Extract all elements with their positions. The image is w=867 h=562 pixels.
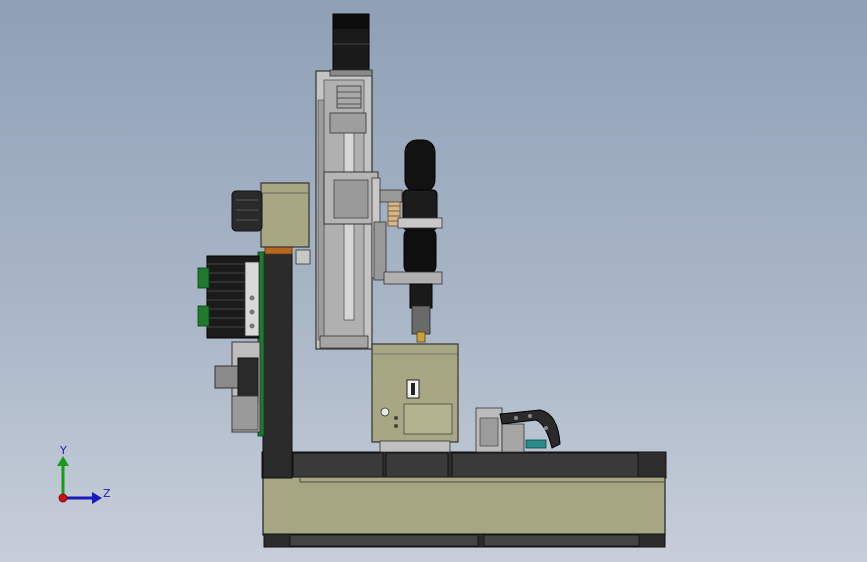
chain-link-pin bbox=[514, 416, 518, 420]
base-top-rail-segment bbox=[451, 452, 639, 478]
tool-nose bbox=[409, 283, 433, 309]
tool-body-lower bbox=[403, 227, 437, 275]
connector-screw bbox=[249, 323, 255, 329]
tool-mount-plate bbox=[379, 189, 403, 203]
z-carriage-block bbox=[333, 179, 369, 219]
base-bottom-rail-gap bbox=[483, 534, 640, 547]
indicator-screw bbox=[394, 424, 398, 428]
driver-heatsink bbox=[197, 255, 260, 339]
y-axis-arrowhead bbox=[57, 456, 69, 466]
chain-link-pin bbox=[528, 414, 532, 418]
z-coupling bbox=[336, 85, 362, 109]
z-axis-arrowhead bbox=[92, 492, 102, 504]
z-axis-left-rail bbox=[317, 99, 325, 341]
indicator-screw bbox=[394, 416, 398, 420]
z-motor-flange bbox=[329, 69, 373, 77]
z-axis-bottom-cap bbox=[319, 335, 369, 349]
column-bracket bbox=[295, 249, 311, 265]
workpiece-box-foot bbox=[379, 440, 451, 453]
z-bearing-block bbox=[329, 112, 367, 134]
connector-screw bbox=[249, 295, 255, 301]
workpiece-box bbox=[371, 343, 459, 453]
power-switch-toggle bbox=[411, 383, 415, 395]
label-plate bbox=[403, 403, 453, 435]
z-axis-module bbox=[315, 13, 387, 350]
y-axis-label: Y bbox=[59, 444, 67, 457]
carrier-block bbox=[501, 423, 525, 453]
chain-link-pin bbox=[544, 426, 548, 430]
rear-motor-body bbox=[231, 190, 263, 232]
connector-screw bbox=[249, 309, 255, 315]
vertical-column bbox=[257, 182, 311, 479]
lower-control-box bbox=[214, 341, 261, 433]
carrier-mount-inner bbox=[479, 417, 499, 447]
tool-bit-sleeve bbox=[411, 305, 431, 335]
control-box-dark-module bbox=[237, 357, 259, 403]
z-axis-label: Z bbox=[103, 487, 111, 500]
tool-holder-ring bbox=[397, 217, 443, 229]
tool-bit-tip bbox=[416, 331, 426, 343]
base-housing bbox=[262, 476, 666, 536]
cable-carrier bbox=[475, 407, 561, 453]
cad-viewport[interactable]: Y Z bbox=[0, 0, 867, 562]
carrier-teal-part bbox=[525, 439, 547, 449]
triad-origin bbox=[58, 493, 68, 503]
rear-motor-assembly bbox=[231, 190, 263, 232]
column-post bbox=[262, 251, 293, 479]
driver-terminal-green bbox=[197, 305, 210, 327]
z-motor-cap bbox=[332, 13, 370, 29]
z-carriage-lower-plate bbox=[373, 221, 387, 281]
base-platform bbox=[261, 451, 667, 548]
base-top-rail-segment bbox=[385, 452, 449, 478]
screwdriver-tool bbox=[379, 139, 443, 343]
driver-terminal-green bbox=[197, 267, 210, 289]
tool-lower-bracket bbox=[383, 271, 443, 285]
base-top-rail-segment bbox=[292, 452, 384, 478]
tool-body-upper bbox=[404, 139, 436, 193]
base-bottom-rail-gap bbox=[289, 534, 479, 547]
axis-triad: Y Z bbox=[57, 444, 111, 504]
indicator-light bbox=[380, 407, 390, 417]
control-box-plate bbox=[231, 395, 259, 431]
